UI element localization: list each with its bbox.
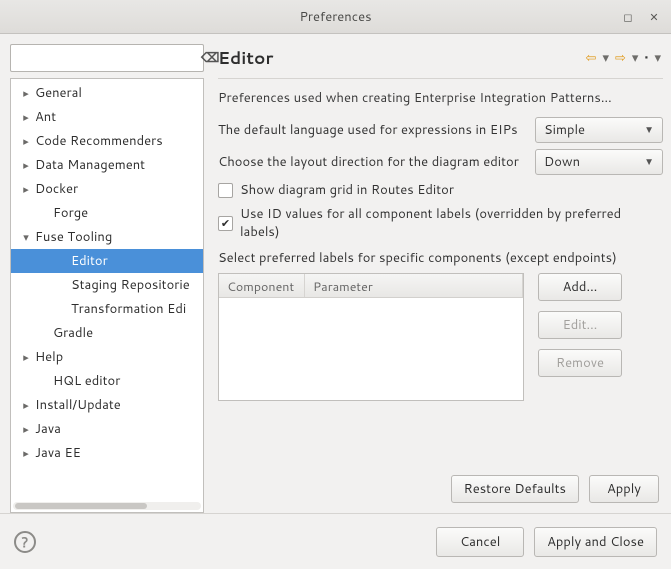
- language-value: Simple: [544, 121, 585, 139]
- tree-item-label: HQL editor: [53, 372, 120, 390]
- footer-bar: ? Cancel Apply and Close: [0, 513, 671, 569]
- apply-and-close-button[interactable]: Apply and Close: [534, 527, 657, 557]
- tree-item-label: Editor: [71, 252, 108, 270]
- expander-placeholder: ▸: [53, 253, 71, 269]
- preference-tree: ▸General▸Ant▸Code Recommenders▸Data Mana…: [10, 78, 204, 513]
- remove-button[interactable]: Remove: [538, 349, 622, 377]
- main-panel: Editor ⇦ ▾ ⇨ ▾ • ▾ Preferences used when…: [204, 44, 663, 513]
- view-menu-icon[interactable]: ▾: [652, 49, 663, 67]
- tree-item-label: Gradle: [53, 324, 93, 342]
- tree-item-label: General: [35, 84, 82, 102]
- expander-placeholder: ▸: [53, 301, 71, 317]
- show-grid-checkbox[interactable]: [218, 183, 233, 198]
- chevron-right-icon[interactable]: ▸: [17, 181, 35, 197]
- tree-item[interactable]: ▸General: [11, 81, 203, 105]
- chevron-right-icon[interactable]: ▸: [17, 85, 35, 101]
- layout-value: Down: [544, 153, 580, 171]
- tree-item-label: Data Management: [35, 156, 145, 174]
- tree-item-label: Code Recommenders: [35, 132, 163, 150]
- tree-item-label: Docker: [35, 180, 78, 198]
- close-icon[interactable]: ✕: [643, 6, 665, 28]
- tree-item-label: Java EE: [35, 444, 81, 462]
- tree-item-label: Staging Repositorie: [71, 276, 190, 294]
- filter-box[interactable]: ⌫: [10, 44, 204, 72]
- chevron-down-icon: ▼: [644, 155, 654, 169]
- tree-item-label: Java: [35, 420, 61, 438]
- labels-table[interactable]: Component Parameter: [218, 273, 524, 401]
- layout-combo[interactable]: Down ▼: [535, 149, 663, 175]
- add-button[interactable]: Add…: [538, 273, 622, 301]
- tree-item[interactable]: ▸Staging Repositorie: [11, 273, 203, 297]
- tree-item-label: Forge: [53, 204, 88, 222]
- chevron-right-icon[interactable]: ▸: [17, 445, 35, 461]
- language-label: The default language used for expression…: [218, 121, 518, 139]
- column-parameter[interactable]: Parameter: [305, 274, 523, 297]
- tree-item[interactable]: ▸Java: [11, 417, 203, 441]
- page-description: Preferences used when creating Enterpris…: [218, 89, 663, 107]
- title-bar: Preferences ◻ ✕: [0, 0, 671, 34]
- expander-placeholder: ▸: [35, 325, 53, 341]
- chevron-right-icon[interactable]: ▸: [17, 421, 35, 437]
- window-title: Preferences: [299, 8, 371, 26]
- horizontal-scrollbar[interactable]: [13, 502, 201, 510]
- tree-item[interactable]: ▸Transformation Edi: [11, 297, 203, 321]
- sidebar: ⌫ ▸General▸Ant▸Code Recommenders▸Data Ma…: [10, 44, 204, 513]
- edit-button[interactable]: Edit…: [538, 311, 622, 339]
- expander-placeholder: ▸: [53, 277, 71, 293]
- tree-item[interactable]: ▸Java EE: [11, 441, 203, 465]
- scrollbar-thumb[interactable]: [15, 503, 147, 509]
- layout-label: Choose the layout direction for the diag…: [218, 153, 519, 171]
- tree-item-label: Install/Update: [35, 396, 121, 414]
- use-id-checkbox[interactable]: [218, 216, 233, 231]
- cancel-button[interactable]: Cancel: [436, 527, 524, 557]
- tree-item[interactable]: ▸Data Management: [11, 153, 203, 177]
- tree-item[interactable]: ▸Code Recommenders: [11, 129, 203, 153]
- tree-item[interactable]: ▸Docker: [11, 177, 203, 201]
- help-icon[interactable]: ?: [14, 531, 36, 553]
- back-icon[interactable]: ⇦: [584, 49, 599, 67]
- tree-item[interactable]: ▸Gradle: [11, 321, 203, 345]
- use-id-label: Use ID values for all component labels (…: [240, 205, 663, 241]
- forward-menu-icon[interactable]: ▾: [630, 49, 641, 67]
- filter-input[interactable]: [21, 50, 201, 67]
- language-combo[interactable]: Simple ▼: [535, 117, 663, 143]
- chevron-down-icon[interactable]: ▾: [17, 229, 35, 245]
- apply-button[interactable]: Apply: [589, 475, 659, 503]
- tree-item[interactable]: ▸Help: [11, 345, 203, 369]
- back-menu-icon[interactable]: ▾: [600, 49, 611, 67]
- chevron-right-icon[interactable]: ▸: [17, 157, 35, 173]
- chevron-right-icon[interactable]: ▸: [17, 397, 35, 413]
- tree-item[interactable]: ▸HQL editor: [11, 369, 203, 393]
- tree-item[interactable]: ▸Ant: [11, 105, 203, 129]
- tree-item-label: Ant: [35, 108, 56, 126]
- tree-item[interactable]: ▸Editor: [11, 249, 203, 273]
- show-grid-label: Show diagram grid in Routes Editor: [240, 181, 454, 199]
- forward-icon[interactable]: ⇨: [613, 49, 628, 67]
- tree-item[interactable]: ▸Install/Update: [11, 393, 203, 417]
- expander-placeholder: ▸: [35, 205, 53, 221]
- page-title: Editor: [218, 46, 273, 70]
- tree-item[interactable]: ▸Forge: [11, 201, 203, 225]
- chevron-right-icon[interactable]: ▸: [17, 133, 35, 149]
- expander-placeholder: ▸: [35, 373, 53, 389]
- maximize-icon[interactable]: ◻: [617, 6, 639, 28]
- table-caption: Select preferred labels for specific com…: [218, 249, 663, 267]
- chevron-right-icon[interactable]: ▸: [17, 109, 35, 125]
- restore-defaults-button[interactable]: Restore Defaults: [451, 475, 579, 503]
- tree-item-label: Transformation Edi: [71, 300, 186, 318]
- history-nav: ⇦ ▾ ⇨ ▾ • ▾: [584, 49, 663, 67]
- chevron-down-icon: ▼: [644, 123, 654, 137]
- chevron-right-icon[interactable]: ▸: [17, 349, 35, 365]
- tree-item[interactable]: ▾Fuse Tooling: [11, 225, 203, 249]
- column-component[interactable]: Component: [219, 274, 305, 297]
- tree-item-label: Help: [35, 348, 63, 366]
- tree-item-label: Fuse Tooling: [35, 228, 112, 246]
